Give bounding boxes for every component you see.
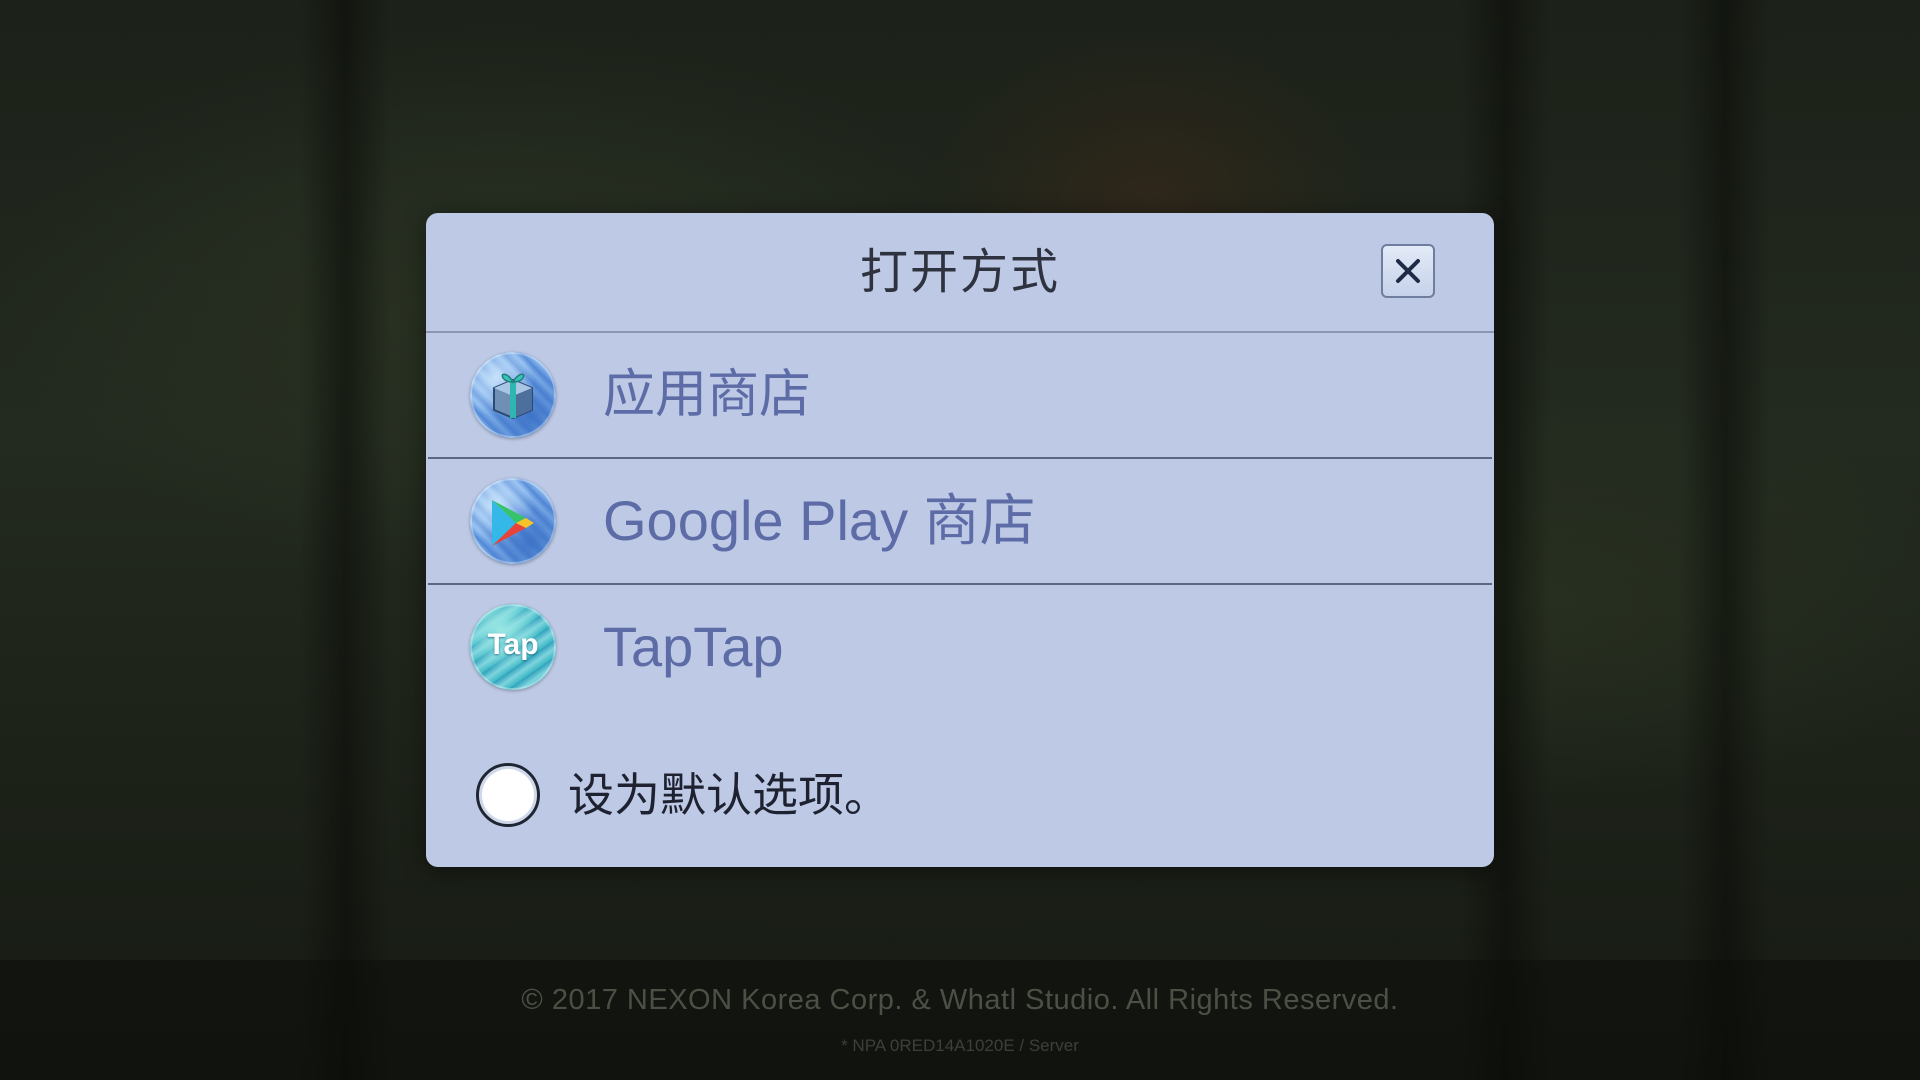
close-icon [1396,259,1420,283]
option-taptap[interactable]: Tap TapTap [428,585,1492,709]
background-tree [1680,0,1770,1080]
option-google-play[interactable]: Google Play 商店 [428,459,1492,585]
background-tree [300,0,390,1080]
google-play-icon [470,478,556,564]
app-store-gift-icon [470,352,556,438]
option-app-store[interactable]: 应用商店 [428,333,1492,459]
footer-band [0,960,1920,1080]
set-default-row[interactable]: 设为默认选项。 [466,753,1066,843]
option-label: TapTap [603,615,784,678]
set-default-label: 设为默认选项。 [568,768,890,822]
option-label: 应用商店 [603,365,812,425]
taptap-icon: Tap [470,604,556,690]
dialog-header: 打开方式 [426,213,1494,333]
taptap-icon-text: Tap [487,628,539,661]
close-button[interactable] [1381,244,1435,298]
set-default-radio[interactable] [476,763,540,827]
copyright-text: © 2017 NEXON Korea Corp. & Whatl Studio.… [521,984,1399,1016]
server-info-text: * NPA 0RED14A1020E / Server [841,1036,1079,1055]
option-label: Google Play 商店 [603,489,1036,552]
open-with-dialog: 打开方式 应用商店 Google Play 商店 Tap TapTap 设为默认… [426,213,1494,867]
dialog-title: 打开方式 [859,244,1060,300]
